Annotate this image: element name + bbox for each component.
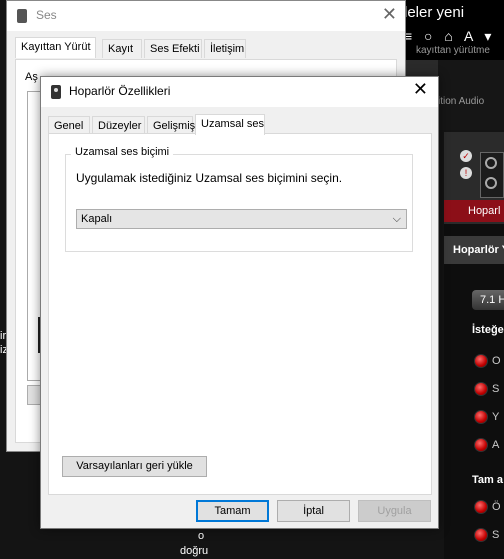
speaker-properties-dialog: Hoparlör Özellikleri ✕ Genel Düzeyler Ge… <box>40 76 439 529</box>
radio-label: Ö <box>492 500 501 513</box>
realtek-panel: ✓ ! Hoparl Hoparlör Y 7.1 H İsteğe O S Y… <box>444 132 504 559</box>
spatial-sound-panel: Uzamsal ses biçimi Uygulamak istediğiniz… <box>48 133 432 495</box>
group-label: Uzamsal ses biçimi <box>71 146 174 158</box>
realtek-radio-row[interactable]: Y <box>474 410 504 428</box>
background-app-toolbar[interactable]: ≡ ○ ⌂ A ▾ <box>404 28 495 45</box>
background-strip-right <box>438 60 504 130</box>
radio-label: S <box>492 382 500 395</box>
tab-playback[interactable]: Kayıttan Yürüt <box>15 37 96 58</box>
sound-window-title: Ses <box>36 8 57 22</box>
radio-icon[interactable] <box>474 500 488 514</box>
radio-label: S <box>492 528 500 541</box>
speaker-app-icon <box>51 85 61 99</box>
realtek-radio-row[interactable]: S <box>474 382 504 400</box>
realtek-radio-row[interactable]: Ö <box>474 500 504 518</box>
apply-button[interactable]: Uygula <box>358 500 431 522</box>
sound-window-instruction: Aş <box>25 71 38 83</box>
realtek-speaker-config-tab[interactable]: Hoparlör Y <box>444 236 504 264</box>
restore-defaults-button[interactable]: Varsayılanları geri yükle <box>62 456 207 477</box>
full-range-heading: Tam a <box>472 474 503 486</box>
radio-label: A <box>492 438 500 451</box>
speaker-cone-icon <box>485 157 497 169</box>
realtek-title-fragment: ition Audio <box>438 96 485 107</box>
radio-icon[interactable] <box>474 528 488 542</box>
optional-speakers-heading: İsteğe <box>472 324 504 336</box>
background-app-subtitle: kayıttan yürütme <box>416 45 490 56</box>
tab-communications[interactable]: İletişim <box>204 39 246 58</box>
ok-button[interactable]: Tamam <box>196 500 269 522</box>
cancel-button[interactable]: İptal <box>277 500 350 522</box>
background-text: o <box>198 530 205 542</box>
realtek-speaker-tab[interactable]: Hoparl <box>444 200 504 222</box>
realtek-radio-row[interactable]: S <box>474 528 504 546</box>
radio-label: O <box>492 354 501 367</box>
dialog-title: Hoparlör Özellikleri <box>69 84 171 98</box>
radio-icon[interactable] <box>474 382 488 396</box>
speaker-icon <box>480 152 504 198</box>
radio-label: Y <box>492 410 500 423</box>
background-app-title: leler yeni <box>404 4 465 21</box>
realtek-radio-row[interactable]: O <box>474 354 504 372</box>
check-icon[interactable]: ✓ <box>460 150 472 162</box>
sound-window-titlebar[interactable]: Ses ✕ <box>7 1 405 31</box>
tab-sound-effects[interactable]: Ses Efekti <box>144 39 202 58</box>
realtek-radio-row[interactable]: A <box>474 438 504 456</box>
speaker-config-select[interactable]: 7.1 H <box>472 290 504 310</box>
chevron-down-icon: ⌵ <box>392 213 401 225</box>
instruction-text: Uygulamak istediğiniz Uzamsal ses biçimi… <box>76 171 343 185</box>
radio-icon[interactable] <box>474 354 488 368</box>
speaker-app-icon <box>17 9 27 23</box>
tab-spatial-sound[interactable]: Uzamsal ses <box>195 114 265 135</box>
speaker-cone-icon <box>485 177 497 189</box>
select-value: Kapalı <box>81 213 113 225</box>
close-icon[interactable]: ✕ <box>382 4 397 25</box>
info-icon[interactable]: ! <box>460 167 472 179</box>
tab-recording[interactable]: Kayıt <box>102 39 142 58</box>
background-text: doğru <box>180 545 209 557</box>
dialog-titlebar[interactable]: Hoparlör Özellikleri ✕ <box>41 77 438 107</box>
spatial-sound-format-select[interactable]: Kapalı ⌵ <box>76 209 407 229</box>
radio-icon[interactable] <box>474 410 488 424</box>
close-icon[interactable]: ✕ <box>413 79 428 100</box>
spatial-sound-format-group: Uzamsal ses biçimi Uygulamak istediğiniz… <box>65 146 413 252</box>
radio-icon[interactable] <box>474 438 488 452</box>
